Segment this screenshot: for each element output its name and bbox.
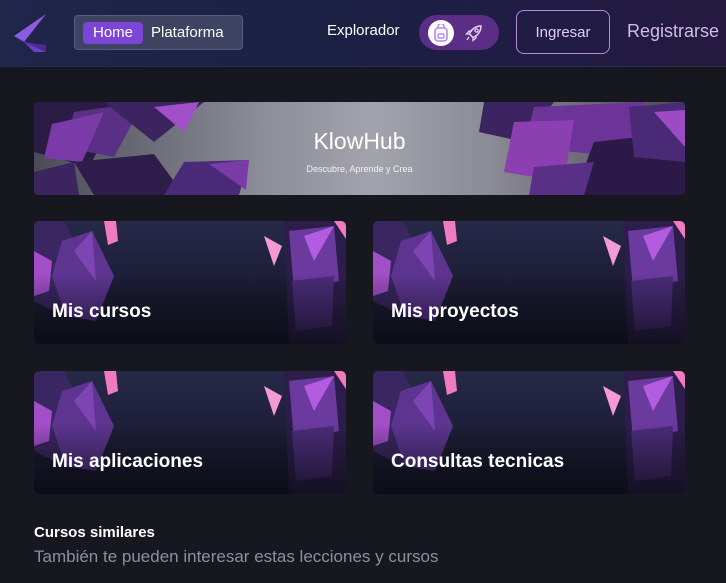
card-mis-proyectos[interactable]: Mis proyectos: [373, 221, 685, 344]
hero-title: KlowHub: [313, 128, 406, 154]
top-navbar: Home Plataforma Explorador Ingresar Regi…: [0, 0, 726, 67]
rocket-icon: [465, 25, 482, 42]
card-label: Mis aplicaciones: [52, 451, 204, 472]
login-button[interactable]: Ingresar: [516, 10, 610, 54]
hero-banner: KlowHub Descubre, Aprende y Crea: [34, 102, 685, 195]
home-tab[interactable]: Home: [83, 22, 143, 44]
view-switcher: Home Plataforma: [74, 15, 243, 50]
explorer-label[interactable]: Explorador: [327, 22, 400, 39]
mode-toggle[interactable]: [419, 15, 499, 50]
card-mis-cursos[interactable]: Mis cursos: [34, 221, 346, 344]
card-label: Consultas tecnicas: [391, 451, 565, 472]
toggle-knob: [428, 20, 454, 46]
platform-tab[interactable]: Plataforma: [151, 22, 224, 44]
card-consultas-tecnicas[interactable]: Consultas tecnicas: [373, 371, 685, 494]
card-label: Mis proyectos: [391, 301, 519, 322]
card-mis-aplicaciones[interactable]: Mis aplicaciones: [34, 371, 346, 494]
backpack-icon: [434, 24, 448, 42]
register-link[interactable]: Registrarse: [627, 21, 719, 42]
section-subtitle: También te pueden interesar estas leccio…: [34, 547, 439, 566]
card-label: Mis cursos: [52, 301, 152, 322]
hero-subtitle: Descubre, Aprende y Crea: [306, 164, 413, 174]
section-title: Cursos similares: [34, 524, 155, 541]
logo-icon[interactable]: [10, 12, 48, 54]
